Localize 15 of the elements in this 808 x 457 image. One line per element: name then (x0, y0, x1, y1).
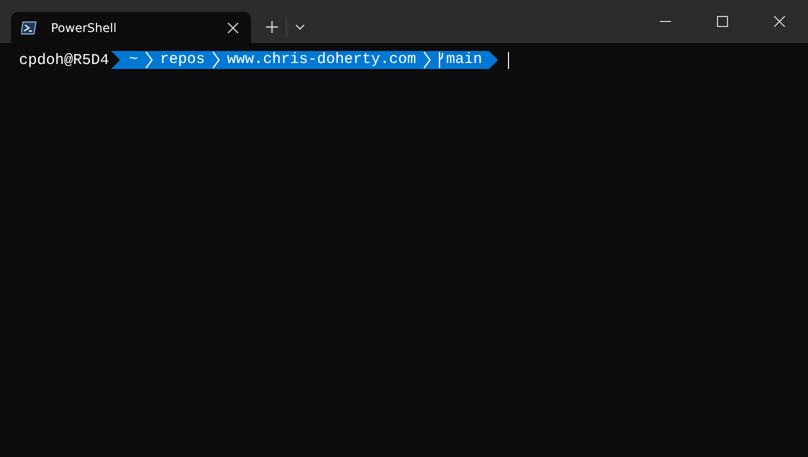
path-part: ~ (129, 51, 138, 69)
new-tab-icon[interactable] (266, 21, 278, 33)
path-part: www.chris-doherty.com (227, 51, 416, 69)
path-part: repos (160, 51, 206, 69)
chevron-icon (212, 51, 220, 69)
terminal-tab[interactable]: PowerShell (11, 12, 251, 43)
terminal-icon (21, 20, 37, 34)
branch-icon (438, 51, 444, 69)
dropdown-chevron-icon[interactable] (295, 24, 305, 30)
prompt-user: cpdoh@R5D4 (19, 52, 110, 68)
chevron-icon (145, 51, 154, 69)
close-tab-icon[interactable] (227, 22, 239, 34)
git-branch: main (446, 51, 482, 69)
text-cursor (508, 52, 510, 68)
chevron-icon (423, 51, 432, 69)
